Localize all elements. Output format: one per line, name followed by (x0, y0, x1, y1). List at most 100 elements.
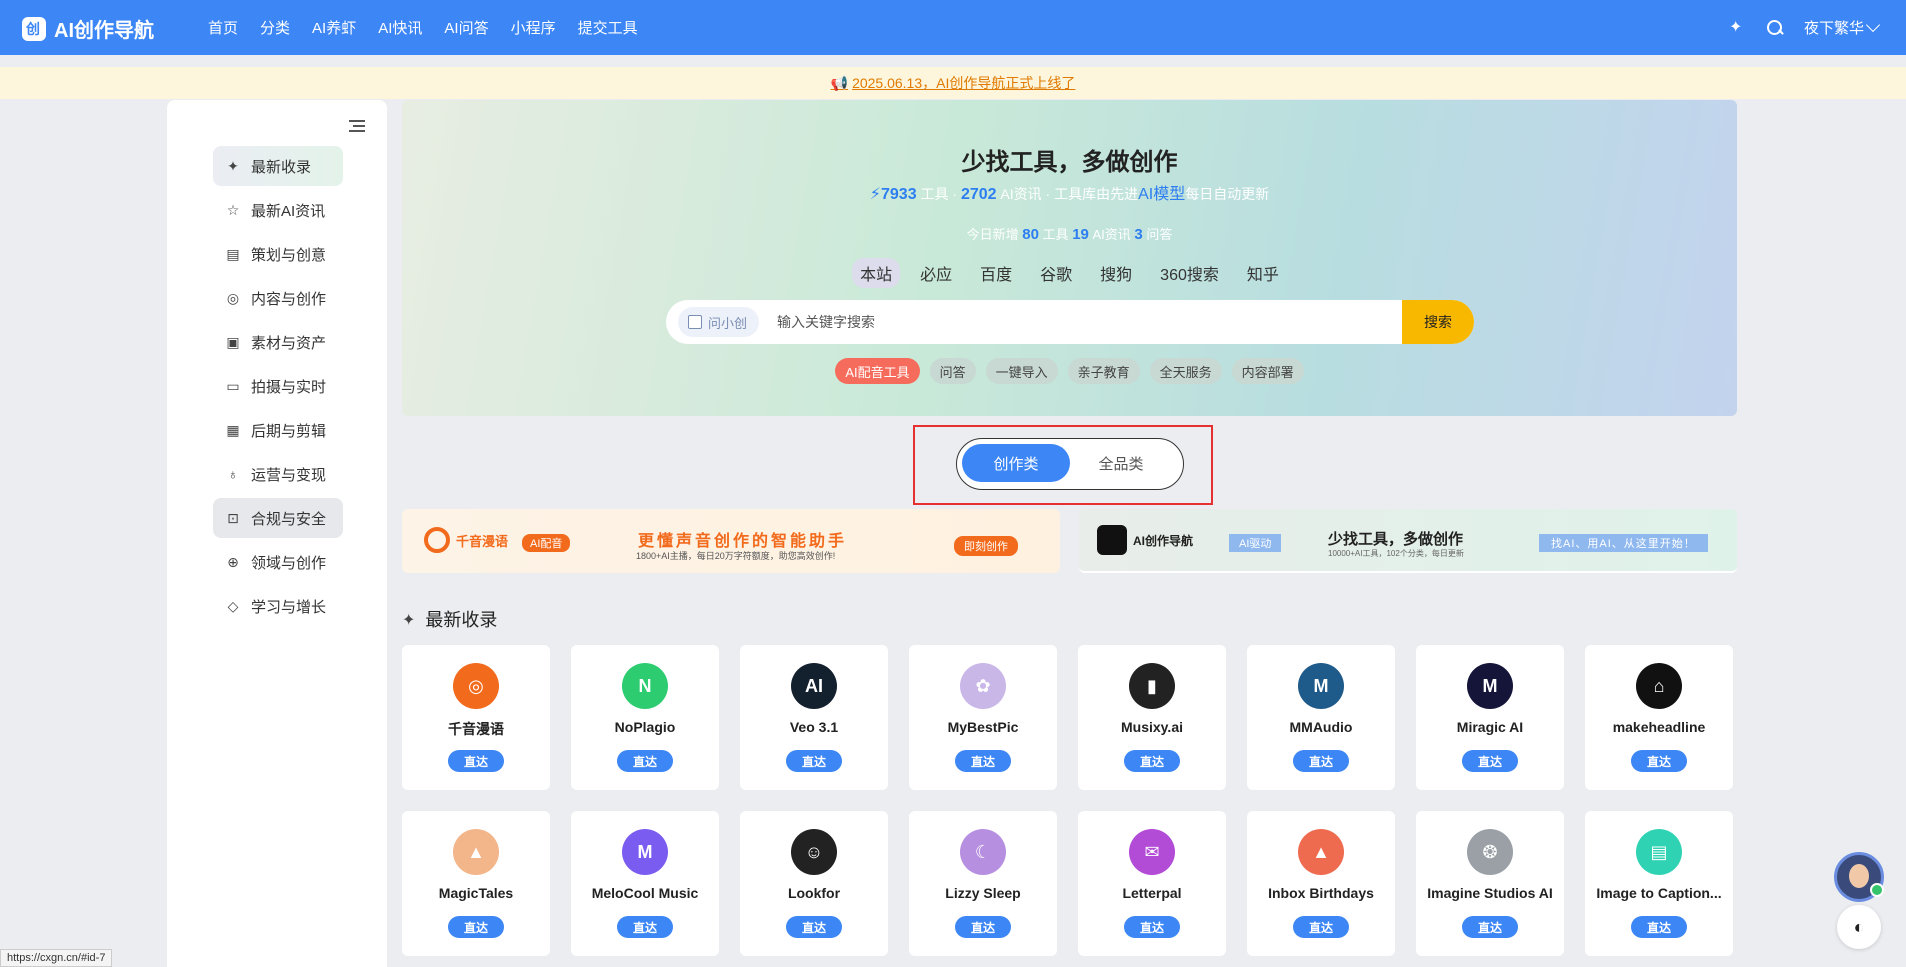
search-icon[interactable] (1766, 19, 1784, 37)
toggle-creative[interactable]: 创作类 (962, 444, 1070, 482)
tool-card[interactable]: AI Veo 3.1 直达 (740, 645, 888, 790)
announcement-text: 2025.06.13，AI创作导航正式上线了 (852, 75, 1076, 91)
visit-button[interactable]: 直达 (786, 750, 842, 772)
toggle-all[interactable]: 全品类 (1067, 444, 1175, 482)
tag-one-click-import[interactable]: 一键导入 (985, 358, 1058, 384)
visit-button[interactable]: 直达 (448, 750, 504, 772)
tool-card[interactable]: ▮ Musixy.ai 直达 (1078, 645, 1226, 790)
visit-button[interactable]: 直达 (955, 916, 1011, 938)
document-icon: ▤ (226, 245, 240, 262)
tool-card[interactable]: ▤ Image to Caption... 直达 (1585, 811, 1733, 956)
visit-button[interactable]: 直达 (448, 916, 504, 938)
sidebar-item-shooting[interactable]: ▭ 拍摄与实时 (213, 366, 343, 406)
nav-home[interactable]: 首页 (208, 17, 238, 38)
sparkle-icon: ✦ (227, 157, 239, 174)
tag-parenting[interactable]: 亲子教育 (1067, 358, 1140, 384)
nav-ai-news[interactable]: AI快讯 (378, 17, 422, 38)
tool-card[interactable]: ☺ Lookfor 直达 (740, 811, 888, 956)
engine-tab-bing[interactable]: 必应 (912, 258, 960, 288)
announcement-link[interactable]: 📢 2025.06.13，AI创作导航正式上线了 (831, 73, 1076, 93)
visit-button[interactable]: 直达 (1631, 750, 1687, 772)
news-count-label: AI资讯 · 工具库由先进 (1000, 186, 1139, 202)
visit-button[interactable]: 直达 (617, 750, 673, 772)
megaphone-icon: 📢 (830, 74, 849, 91)
tool-card[interactable]: M MMAudio 直达 (1247, 645, 1395, 790)
tag-all-day-service[interactable]: 全天服务 (1149, 358, 1222, 384)
sidebar-item-planning[interactable]: ▤ 策划与创意 (213, 234, 343, 274)
sidebar-item-compliance[interactable]: ⊡ 合规与安全 (213, 498, 343, 538)
engine-tab-360[interactable]: 360搜索 (1152, 258, 1227, 288)
sidebar-item-label: 领域与创作 (251, 554, 327, 572)
tag-content-deploy[interactable]: 内容部署 (1231, 358, 1304, 384)
visit-button[interactable]: 直达 (1293, 750, 1349, 772)
tool-card[interactable]: M MeloCool Music 直达 (571, 811, 719, 956)
ad-banner-voice[interactable]: 千音漫语 AI配音 更懂声音创作的智能助手 1800+AI主播，每日20万字符额… (402, 509, 1060, 573)
today-tools: 80 (1022, 226, 1039, 243)
assistant-avatar[interactable] (1834, 852, 1884, 902)
sidebar-item-ai-news[interactable]: ☆ 最新AI资讯 (213, 190, 343, 230)
tool-card[interactable]: ▲ Inbox Birthdays 直达 (1247, 811, 1395, 956)
sidebar-item-domains[interactable]: ⊕ 领域与创作 (213, 542, 343, 582)
image-icon: ▣ (226, 333, 240, 350)
sidebar-item-assets[interactable]: ▣ 素材与资产 (213, 322, 343, 362)
tool-card[interactable]: ✉ Letterpal 直达 (1078, 811, 1226, 956)
banner-voice-cta[interactable]: 即刻创作 (954, 536, 1018, 556)
sidebar-item-learning[interactable]: ◇ 学习与增长 (213, 586, 343, 626)
banner-nav-subtitle: 10000+AI工具，102个分类，每日更新 (1328, 549, 1464, 558)
theme-toggle-icon[interactable]: ◐ (1837, 905, 1881, 949)
nav-mini-program[interactable]: 小程序 (511, 17, 556, 38)
engine-tab-google[interactable]: 谷歌 (1032, 258, 1080, 288)
nav-ai-qa[interactable]: AI问答 (444, 17, 488, 38)
sparkle-icon[interactable] (1728, 17, 1746, 37)
engine-tab-site[interactable]: 本站 (852, 258, 901, 288)
search-button[interactable]: 搜索 (1402, 300, 1474, 344)
visit-button[interactable]: 直达 (1462, 916, 1518, 938)
tool-card[interactable]: ◎ 千音漫语 直达 (402, 645, 550, 790)
brand-logo[interactable]: AI创作导航 (22, 14, 154, 43)
sidebar-item-operations[interactable]: ♁ 运营与变现 (213, 454, 343, 494)
visit-button[interactable]: 直达 (1462, 750, 1518, 772)
tool-card[interactable]: ☾ Lizzy Sleep 直达 (909, 811, 1057, 956)
visit-button[interactable]: 直达 (617, 916, 673, 938)
search-box: 问小创 搜索 (666, 300, 1474, 344)
collapse-sidebar-icon[interactable] (349, 120, 365, 132)
engine-tab-sogou[interactable]: 搜狗 (1092, 258, 1140, 288)
engine-tab-baidu[interactable]: 百度 (972, 258, 1020, 288)
tag-qa[interactable]: 问答 (929, 358, 976, 384)
tool-card[interactable]: ▲ MagicTales 直达 (402, 811, 550, 956)
banner-voice-title: 更懂声音创作的智能助手 (638, 533, 848, 550)
tool-card[interactable]: ⌂ makeheadline 直达 (1585, 645, 1733, 790)
news-count: 2702 (960, 186, 997, 203)
today-qa: 3 (1134, 226, 1143, 243)
tool-card[interactable]: ❂ Imagine Studios AI 直达 (1416, 811, 1564, 956)
ad-banner-nav[interactable]: AI创作导航 AI驱动 少找工具，多做创作 10000+AI工具，102个分类，… (1079, 509, 1737, 573)
visit-button[interactable]: 直达 (955, 750, 1011, 772)
sidebar-item-editing[interactable]: ▦ 后期与剪辑 (213, 410, 343, 450)
visit-button[interactable]: 直达 (1124, 916, 1180, 938)
visit-button[interactable]: 直达 (1124, 750, 1180, 772)
checkbox-icon (688, 315, 702, 329)
nav-categories[interactable]: 分类 (260, 17, 290, 38)
visit-button[interactable]: 直达 (786, 916, 842, 938)
nav-ai-shrimp[interactable]: AI养虾 (312, 17, 356, 38)
tool-card[interactable]: M Miragic AI 直达 (1416, 645, 1564, 790)
banner-voice-logo: 千音漫语 (424, 527, 508, 553)
ask-assistant-toggle[interactable]: 问小创 (678, 307, 760, 337)
search-input[interactable] (777, 314, 1402, 330)
sidebar-item-label: 素材与资产 (251, 334, 327, 352)
sidebar-item-latest[interactable]: ✦ 最新收录 (213, 146, 343, 186)
tag-ai-dubbing[interactable]: AI配音工具 (835, 358, 920, 384)
sidebar-item-content[interactable]: ◎ 内容与创作 (213, 278, 343, 318)
tool-grid: ◎ 千音漫语 直达 N NoPlagio 直达 AI Veo 3.1 直达 ✿ MyBestPic 直… (402, 645, 1737, 956)
user-menu[interactable]: 夜下繁华 (1804, 17, 1881, 38)
engine-tab-zhihu[interactable]: 知乎 (1239, 258, 1287, 288)
tool-logo-icon: ✿ (960, 663, 1006, 709)
tool-name: MMAudio (1289, 719, 1353, 735)
visit-button[interactable]: 直达 (1293, 916, 1349, 938)
hero-stats: ⚡7933 工具 · 2702 AI资讯 · 工具库由先进AI模型每日自动更新 (402, 180, 1737, 204)
visit-button[interactable]: 直达 (1631, 916, 1687, 938)
tool-card[interactable]: ✿ MyBestPic 直达 (909, 645, 1057, 790)
announcement-bar: 📢 2025.06.13，AI创作导航正式上线了 (0, 67, 1906, 99)
nav-submit-tool[interactable]: 提交工具 (578, 17, 638, 38)
tool-card[interactable]: N NoPlagio 直达 (571, 645, 719, 790)
